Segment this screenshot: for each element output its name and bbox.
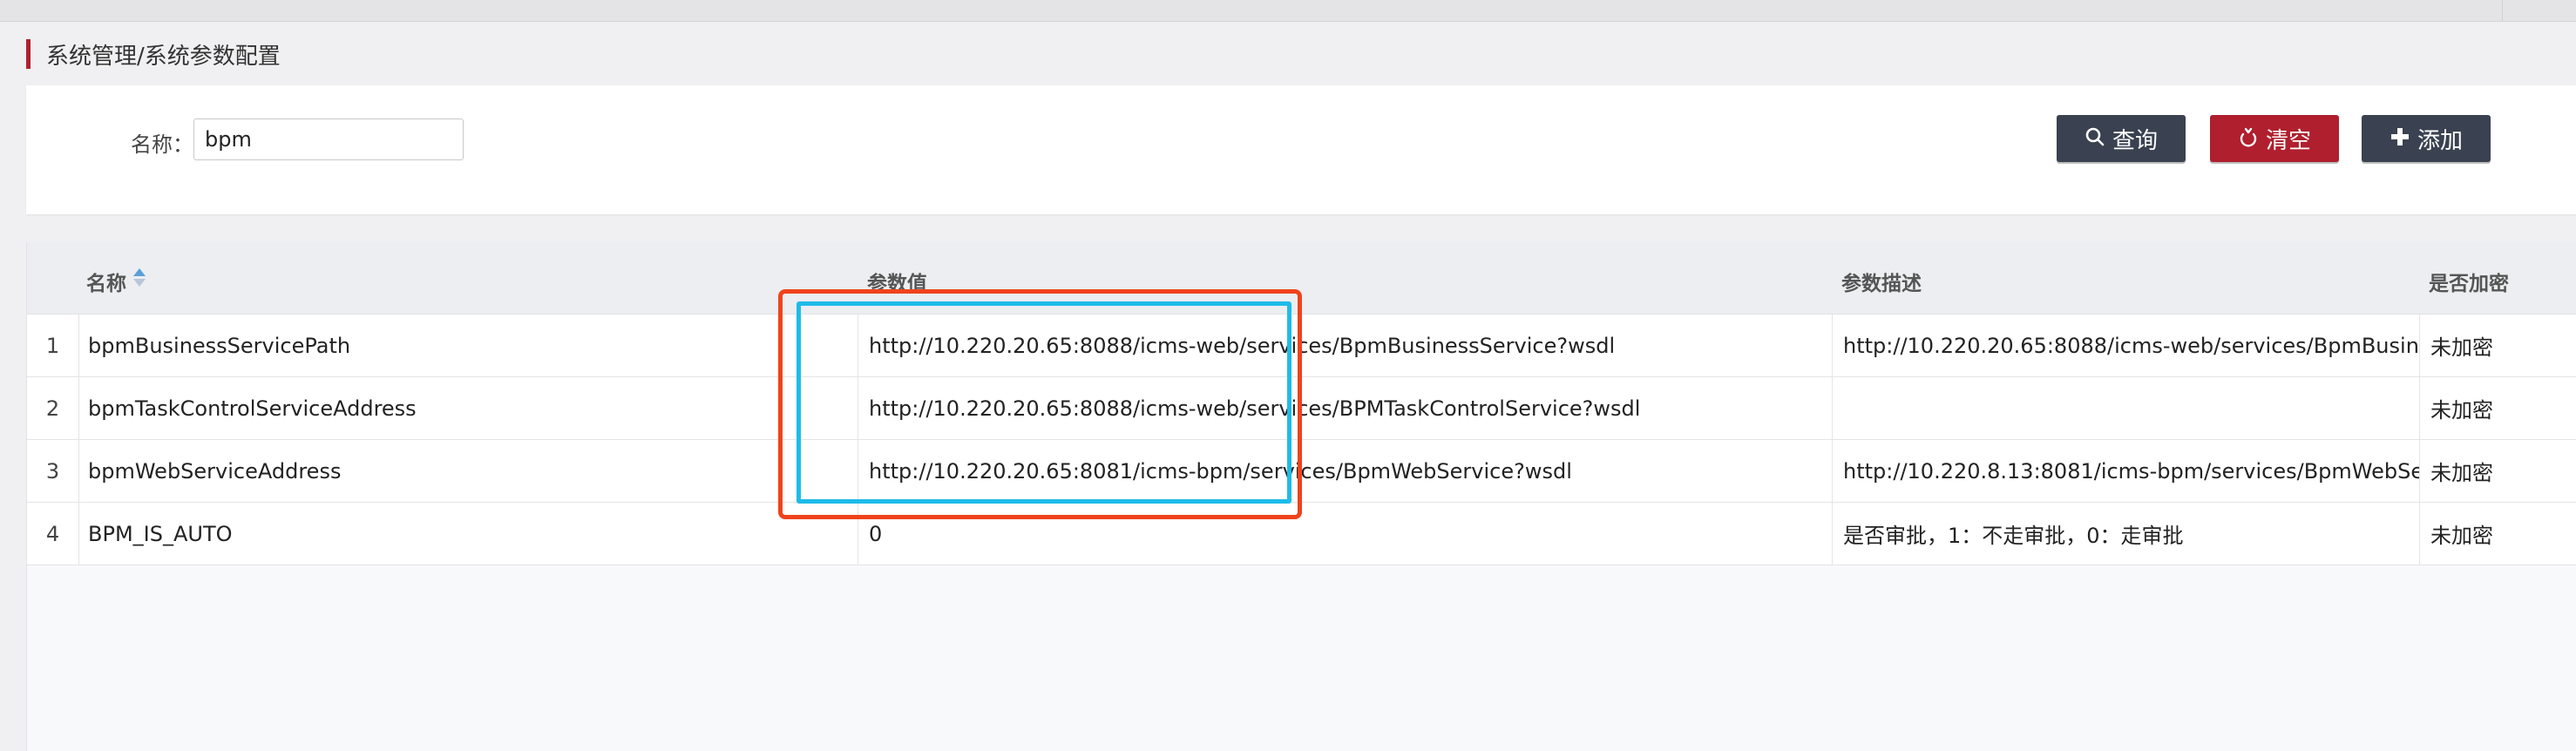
clear-icon — [2238, 126, 2259, 152]
breadcrumb: 系统管理/系统参数配置 — [26, 38, 281, 70]
query-button-label: 查询 — [2112, 127, 2158, 154]
search-panel: 名称： 查询 清空 添加 — [26, 85, 2576, 214]
name-filter-input[interactable] — [193, 118, 464, 160]
add-button[interactable]: 添加 — [2362, 115, 2491, 162]
clear-button[interactable]: 清空 — [2210, 115, 2339, 162]
top-bar-divider — [2502, 0, 2503, 21]
cell-description — [1833, 377, 2420, 439]
sort-ascending-icon[interactable] — [133, 267, 146, 289]
cell-encrypted: 未加密 — [2430, 398, 2493, 423]
row-index: 3 — [27, 440, 79, 502]
column-header-name[interactable]: 名称 — [86, 267, 126, 296]
row-index: 1 — [27, 315, 79, 376]
add-button-label: 添加 — [2417, 127, 2463, 154]
cell-encrypted: 未加密 — [2430, 524, 2493, 548]
cell-name: BPM_IS_AUTO — [79, 503, 858, 565]
cell-description: http://10.220.8.13:8081/icms-bpm/service… — [1833, 440, 2420, 502]
column-header-encrypted: 是否加密 — [2429, 273, 2509, 295]
cell-encrypted: 未加密 — [2430, 335, 2493, 360]
cell-encrypted: 未加密 — [2430, 461, 2493, 485]
clear-button-label: 清空 — [2265, 127, 2311, 154]
annotation-cyan-box — [797, 301, 1291, 504]
cell-description: 是否审批，1：不走审批，0：走审批 — [1833, 503, 2420, 565]
top-bar — [0, 0, 2576, 22]
row-index: 4 — [27, 503, 79, 565]
column-header-description: 参数描述 — [1841, 273, 1922, 295]
search-icon — [2085, 126, 2105, 152]
cell-name: bpmWebServiceAddress — [79, 440, 858, 502]
cell-name: bpmBusinessServicePath — [79, 315, 858, 376]
plus-icon — [2390, 126, 2410, 152]
row-index: 2 — [27, 377, 79, 439]
cell-description: http://10.220.20.65:8088/icms-web/servic… — [1833, 315, 2420, 376]
breadcrumb-text: 系统管理/系统参数配置 — [46, 43, 281, 70]
cell-name: bpmTaskControlServiceAddress — [79, 377, 858, 439]
breadcrumb-accent-bar — [26, 39, 31, 69]
name-filter-label: 名称： — [131, 132, 193, 157]
query-button[interactable]: 查询 — [2057, 115, 2186, 162]
